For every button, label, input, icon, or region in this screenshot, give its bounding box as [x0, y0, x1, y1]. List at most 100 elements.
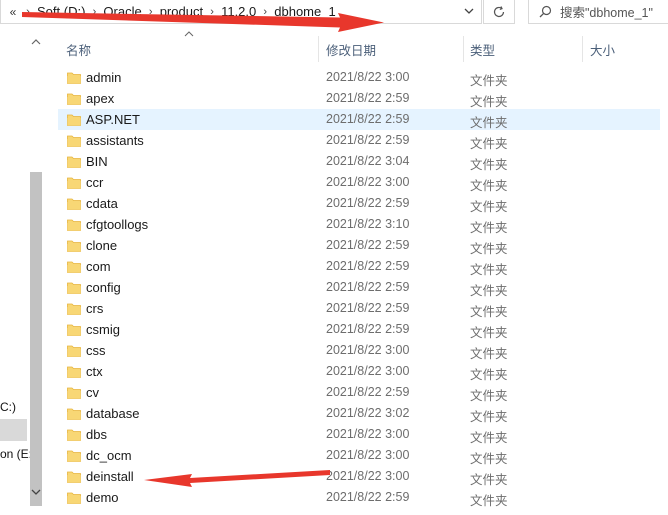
- column-divider[interactable]: [318, 36, 319, 62]
- column-header-modified[interactable]: 修改日期: [326, 40, 376, 59]
- breadcrumb-product[interactable]: product: [160, 4, 203, 19]
- nav-item-selected[interactable]: [0, 419, 27, 441]
- folder-icon: [67, 93, 81, 105]
- file-type: 文件夹: [470, 347, 508, 361]
- file-type: 文件夹: [470, 473, 508, 487]
- file-date-modified: 2021/8/22 3:00: [326, 448, 410, 462]
- folder-icon: [67, 114, 81, 126]
- file-date-modified: 2021/8/22 3:00: [326, 427, 410, 441]
- column-header-row: 名称 修改日期 类型 大小: [46, 30, 668, 66]
- breadcrumb-soft-d[interactable]: Soft (D:): [37, 4, 85, 19]
- file-date-modified: 2021/8/22 2:59: [326, 196, 410, 210]
- file-name[interactable]: apex: [86, 91, 114, 106]
- file-row[interactable]: dc_ocm 2021/8/22 3:00 文件夹: [58, 445, 660, 466]
- file-name[interactable]: ctx: [86, 364, 103, 379]
- file-date-modified: 2021/8/22 2:59: [326, 490, 410, 504]
- file-row[interactable]: admin 2021/8/22 3:00 文件夹: [58, 67, 660, 88]
- file-name[interactable]: com: [86, 259, 111, 274]
- folder-icon: [67, 429, 81, 441]
- file-name[interactable]: deinstall: [86, 469, 134, 484]
- file-date-modified: 2021/8/22 2:59: [326, 322, 410, 336]
- search-input[interactable]: 搜索"dbhome_1": [528, 0, 668, 24]
- chevron-right-icon[interactable]: ›: [85, 6, 103, 18]
- file-row[interactable]: deinstall 2021/8/22 3:00 文件夹: [58, 466, 660, 487]
- file-name[interactable]: css: [86, 343, 106, 358]
- chevron-right-icon[interactable]: ›: [19, 6, 37, 18]
- file-type: 文件夹: [470, 305, 508, 319]
- nav-item-drive-e[interactable]: on (E:: [0, 447, 30, 461]
- refresh-button[interactable]: [483, 0, 515, 24]
- file-date-modified: 2021/8/22 3:00: [326, 469, 410, 483]
- folder-icon: [67, 177, 81, 189]
- column-header-type[interactable]: 类型: [470, 40, 495, 59]
- file-name[interactable]: clone: [86, 238, 117, 253]
- breadcrumb-version[interactable]: 11.2.0: [221, 4, 256, 19]
- folder-icon: [67, 471, 81, 483]
- file-row[interactable]: ctx 2021/8/22 3:00 文件夹: [58, 361, 660, 382]
- file-row[interactable]: database 2021/8/22 3:02 文件夹: [58, 403, 660, 424]
- scroll-down-icon[interactable]: [30, 486, 42, 498]
- file-row[interactable]: dbs 2021/8/22 3:00 文件夹: [58, 424, 660, 445]
- column-header-name[interactable]: 名称: [66, 40, 91, 59]
- breadcrumb-oracle[interactable]: Oracle: [103, 4, 141, 19]
- refresh-icon: [493, 5, 505, 17]
- file-date-modified: 2021/8/22 3:00: [326, 364, 410, 378]
- file-date-modified: 2021/8/22 2:59: [326, 238, 410, 252]
- scroll-up-icon[interactable]: [30, 36, 42, 48]
- file-type: 文件夹: [470, 158, 508, 172]
- file-name[interactable]: cv: [86, 385, 99, 400]
- navigation-pane[interactable]: C:) on (E:: [0, 28, 46, 515]
- file-row[interactable]: cdata 2021/8/22 2:59 文件夹: [58, 193, 660, 214]
- folder-icon: [67, 387, 81, 399]
- file-row[interactable]: cv 2021/8/22 2:59 文件夹: [58, 382, 660, 403]
- file-row[interactable]: BIN 2021/8/22 3:04 文件夹: [58, 151, 660, 172]
- file-date-modified: 2021/8/22 3:04: [326, 154, 410, 168]
- file-name[interactable]: cdata: [86, 196, 118, 211]
- file-type: 文件夹: [470, 326, 508, 340]
- file-name[interactable]: cfgtoollogs: [86, 217, 148, 232]
- file-row[interactable]: csmig 2021/8/22 2:59 文件夹: [58, 319, 660, 340]
- file-name[interactable]: ASP.NET: [86, 112, 140, 127]
- file-type: 文件夹: [470, 368, 508, 382]
- file-row[interactable]: crs 2021/8/22 2:59 文件夹: [58, 298, 660, 319]
- chevron-right-icon[interactable]: ›: [142, 6, 160, 18]
- folder-icon: [67, 345, 81, 357]
- file-row[interactable]: cfgtoollogs 2021/8/22 3:10 文件夹: [58, 214, 660, 235]
- address-bar[interactable]: « › Soft (D:) › Oracle › product › 11.2.…: [0, 0, 482, 24]
- file-row[interactable]: config 2021/8/22 2:59 文件夹: [58, 277, 660, 298]
- file-name[interactable]: database: [86, 406, 140, 421]
- file-row[interactable]: css 2021/8/22 3:00 文件夹: [58, 340, 660, 361]
- file-row[interactable]: com 2021/8/22 2:59 文件夹: [58, 256, 660, 277]
- file-name[interactable]: dc_ocm: [86, 448, 132, 463]
- chevron-right-icon[interactable]: ›: [256, 6, 274, 18]
- chevron-down-icon[interactable]: [463, 5, 475, 17]
- file-name[interactable]: config: [86, 280, 121, 295]
- nav-scrollbar-thumb[interactable]: [30, 172, 42, 506]
- file-row[interactable]: ccr 2021/8/22 3:00 文件夹: [58, 172, 660, 193]
- file-name[interactable]: BIN: [86, 154, 108, 169]
- file-name[interactable]: admin: [86, 70, 121, 85]
- nav-item-drive-c[interactable]: C:): [0, 400, 16, 414]
- file-date-modified: 2021/8/22 2:59: [326, 280, 410, 294]
- column-header-size[interactable]: 大小: [590, 40, 615, 59]
- file-row[interactable]: assistants 2021/8/22 2:59 文件夹: [58, 130, 660, 151]
- file-row[interactable]: demo 2021/8/22 2:59 文件夹: [58, 487, 660, 508]
- file-type: 文件夹: [470, 410, 508, 424]
- chevron-right-icon[interactable]: ›: [203, 6, 221, 18]
- file-name[interactable]: csmig: [86, 322, 120, 337]
- file-name[interactable]: dbs: [86, 427, 107, 442]
- file-name[interactable]: ccr: [86, 175, 103, 190]
- column-divider[interactable]: [463, 36, 464, 62]
- file-name[interactable]: crs: [86, 301, 103, 316]
- file-name[interactable]: demo: [86, 490, 119, 505]
- breadcrumb-dbhome[interactable]: dbhome_1: [274, 4, 335, 19]
- folder-icon: [67, 198, 81, 210]
- file-row[interactable]: ASP.NET 2021/8/22 2:59 文件夹: [58, 109, 660, 130]
- file-date-modified: 2021/8/22 3:00: [326, 175, 410, 189]
- column-divider[interactable]: [582, 36, 583, 62]
- file-row[interactable]: apex 2021/8/22 2:59 文件夹: [58, 88, 660, 109]
- file-type: 文件夹: [470, 431, 508, 445]
- file-name[interactable]: assistants: [86, 133, 144, 148]
- breadcrumb-overflow-button[interactable]: «: [1, 5, 19, 19]
- file-row[interactable]: clone 2021/8/22 2:59 文件夹: [58, 235, 660, 256]
